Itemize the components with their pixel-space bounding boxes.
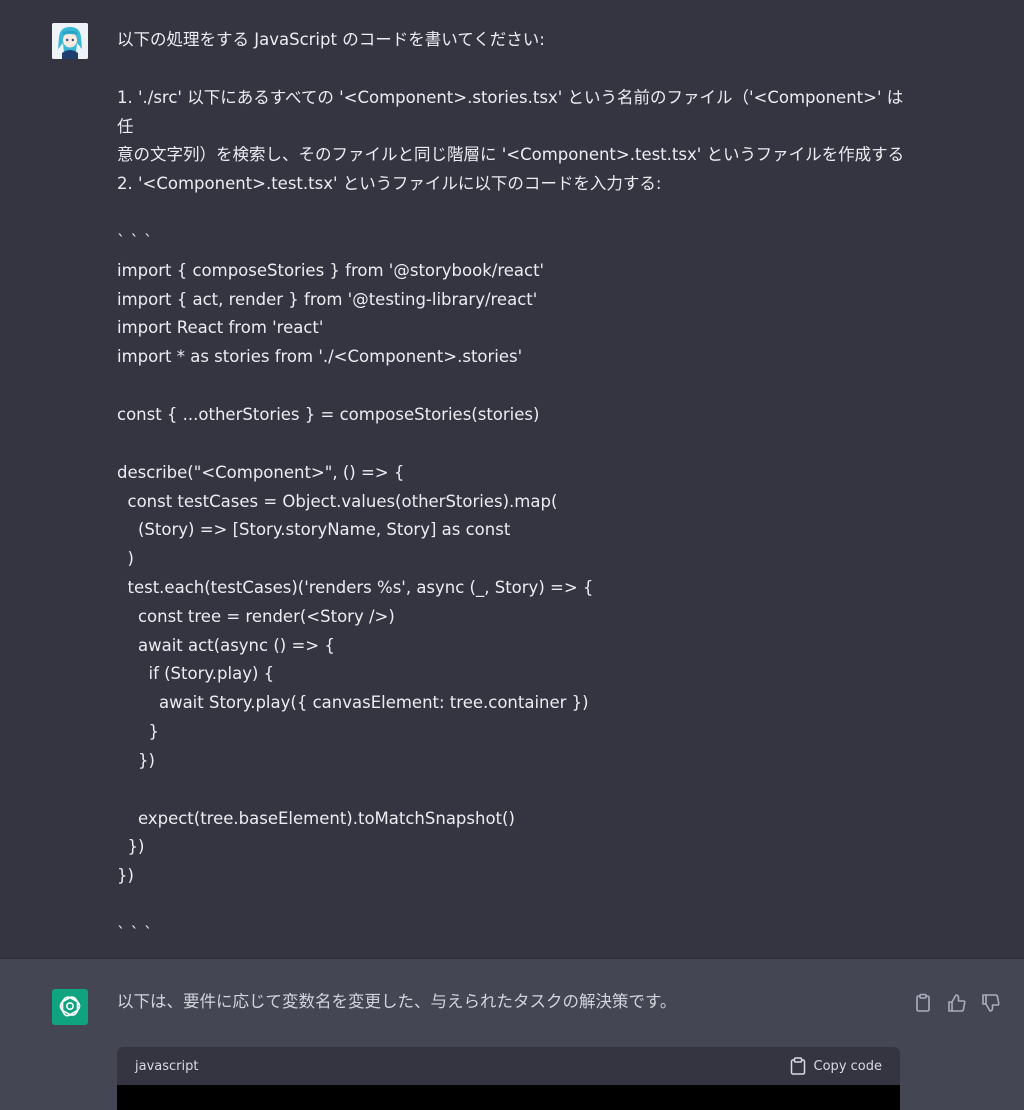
- assistant-message-text: 以下は、要件に応じて変数名を変更した、与えられたタスクの解決策です。: [117, 992, 677, 1011]
- code-block: javascript Copy code: [117, 1047, 900, 1110]
- message-line: 意の文字列）を検索し、そのファイルと同じ階層に '<Component>.tes…: [117, 145, 905, 165]
- message-line: ` ` `: [117, 231, 153, 251]
- message-line: }): [117, 837, 145, 857]
- code-language-label: javascript: [135, 1058, 199, 1074]
- assistant-message-row: 以下は、要件に応じて変数名を変更した、与えられたタスクの解決策です。 javas…: [0, 959, 1024, 1110]
- thumbs-up-icon[interactable]: [946, 992, 968, 1014]
- clipboard-icon[interactable]: [912, 992, 934, 1014]
- user-message-row: 以下の処理をする JavaScript のコードを書いてください: 1. './s…: [0, 0, 1024, 958]
- message-line: 1. './src' 以下にあるすべての '<Component>.storie…: [117, 87, 904, 136]
- thumbs-down-icon[interactable]: [980, 992, 1002, 1014]
- bot-avatar: [52, 989, 88, 1025]
- message-line: const testCases = Object.values(otherSto…: [117, 491, 558, 511]
- message-line: 以下の処理をする JavaScript のコードを書いてください:: [117, 30, 545, 49]
- message-line: import React from 'react': [117, 318, 324, 338]
- user-avatar: [52, 23, 88, 59]
- message-actions: [912, 992, 1002, 1014]
- message-line: const { ...otherStories } = composeStori…: [117, 404, 540, 424]
- message-line: 2. '<Component>.test.tsx' というファイルに以下のコード…: [117, 174, 662, 194]
- message-line: import { composeStories } from '@storybo…: [117, 260, 545, 280]
- message-line: import { act, render } from '@testing-li…: [117, 289, 538, 309]
- message-line: (Story) => [Story.storyName, Story] as c…: [117, 520, 511, 540]
- message-line: }): [117, 866, 134, 886]
- chatgpt-logo-icon: [59, 996, 81, 1017]
- user-avatar-image: [52, 23, 88, 59]
- message-line: ): [117, 549, 134, 569]
- message-line: const tree = render(<Story />): [117, 606, 395, 626]
- copy-code-label: Copy code: [813, 1058, 882, 1074]
- message-line: }): [117, 750, 155, 770]
- code-block-body: [117, 1085, 900, 1110]
- message-line: describe("<Component>", () => {: [117, 462, 405, 482]
- message-line: import * as stories from './<Component>.…: [117, 347, 523, 367]
- clipboard-icon: [790, 1057, 805, 1075]
- message-line: if (Story.play) {: [117, 664, 275, 684]
- copy-code-button[interactable]: Copy code: [790, 1057, 882, 1075]
- message-line: ` ` `: [117, 923, 153, 943]
- message-line: await act(async () => {: [117, 635, 335, 655]
- code-block-header: javascript Copy code: [117, 1047, 900, 1085]
- message-line: await Story.play({ canvasElement: tree.c…: [117, 693, 589, 713]
- user-message-text: 以下の処理をする JavaScript のコードを書いてください: 1. './s…: [117, 26, 917, 949]
- message-line: test.each(testCases)('renders %s', async…: [117, 577, 594, 597]
- message-line: }: [117, 721, 159, 741]
- message-line: expect(tree.baseElement).toMatchSnapshot…: [117, 808, 515, 828]
